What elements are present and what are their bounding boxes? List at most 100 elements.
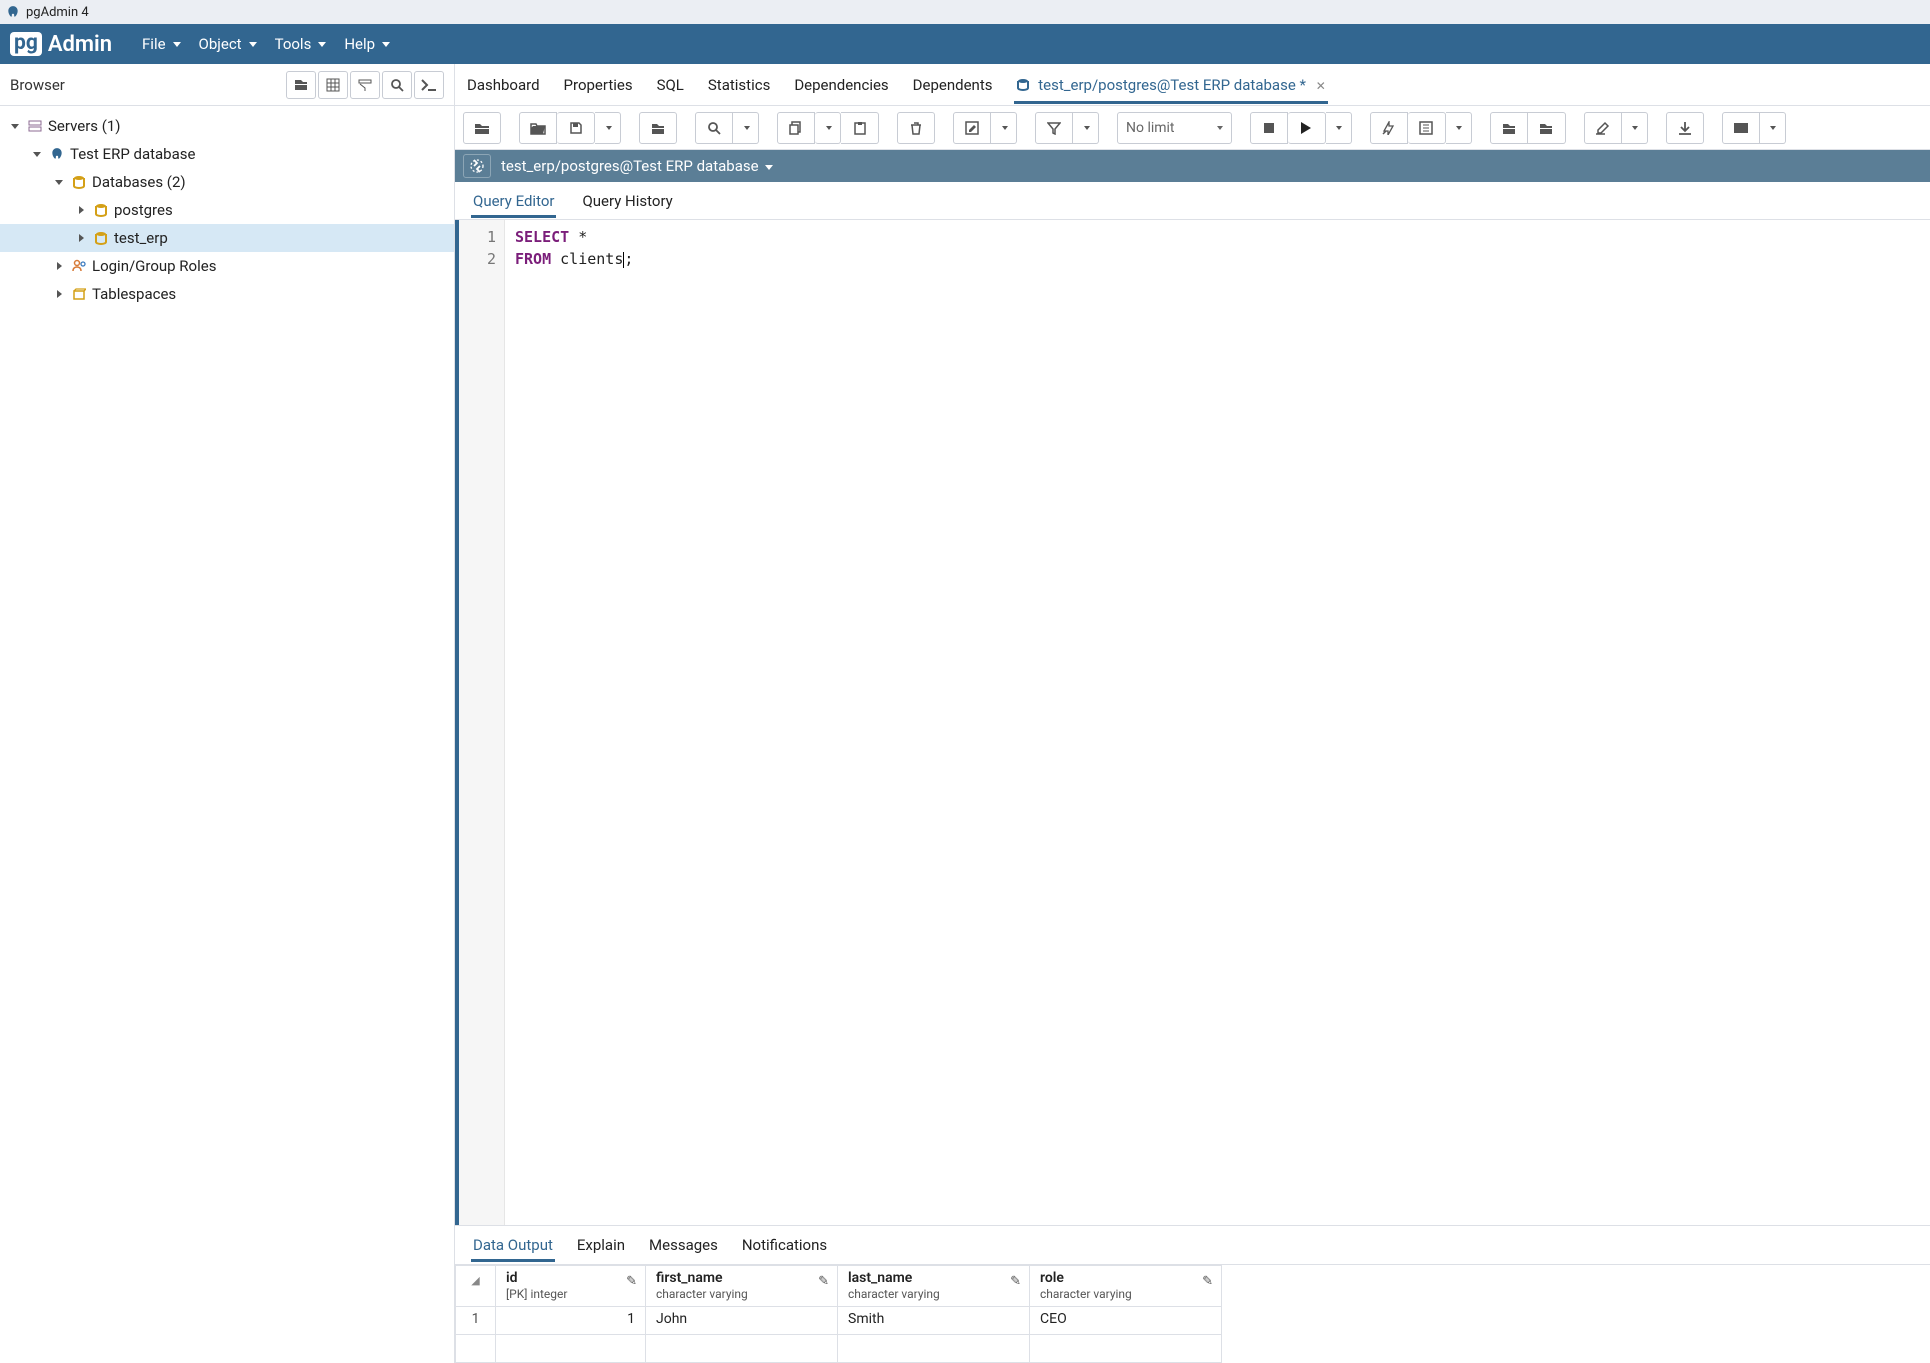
macros-icon[interactable] [1722,112,1760,144]
result-grid[interactable]: ◢ id[PK] integer ✎ first_namecharacter v… [455,1265,1930,1363]
cell-lastname[interactable]: Smith [838,1307,1030,1335]
tab-dependencies[interactable]: Dependencies [792,66,890,104]
database-icon [92,231,110,245]
menu-file[interactable]: File [142,35,181,53]
tree-server-testerp[interactable]: Test ERP database [0,140,454,168]
psql-icon[interactable] [414,71,444,99]
content: Dashboard Properties SQL Statistics Depe… [455,64,1930,1363]
servers-icon [26,119,44,133]
main-tabs: Dashboard Properties SQL Statistics Depe… [455,64,1930,106]
copy-dropdown[interactable] [815,112,841,144]
tab-query[interactable]: test_erp/postgres@Test ERP database * ✕ [1014,66,1327,104]
tab-notifications[interactable]: Notifications [740,1228,829,1262]
tree-tablespaces[interactable]: Tablespaces [0,280,454,308]
save-dropdown[interactable] [595,112,621,144]
tree-login-roles[interactable]: Login/Group Roles [0,252,454,280]
col-header-role[interactable]: rolecharacter varying ✎ [1030,1266,1222,1307]
explain-analyze-icon[interactable] [1408,112,1446,144]
output-tabs: Data Output Explain Messages Notificatio… [455,1225,1930,1265]
search-icon[interactable] [382,71,412,99]
explain-icon[interactable] [1370,112,1408,144]
grid-corner[interactable]: ◢ [456,1266,496,1307]
delete-icon[interactable] [897,112,935,144]
tab-dependents[interactable]: Dependents [911,66,995,104]
tablespaces-icon [70,287,88,301]
tab-statistics[interactable]: Statistics [706,66,772,104]
row-number[interactable]: 1 [456,1307,496,1335]
close-icon[interactable]: ✕ [1316,79,1326,93]
cell-id[interactable]: 1 [496,1307,646,1335]
pencil-icon[interactable]: ✎ [1010,1274,1021,1289]
filter-rows-icon[interactable] [350,71,380,99]
filter-icon[interactable] [1035,112,1073,144]
elephant-icon [48,147,66,161]
pencil-icon[interactable]: ✎ [626,1274,637,1289]
commit-icon[interactable] [1490,112,1528,144]
clear-dropdown[interactable] [1622,112,1648,144]
execute-icon[interactable] [1288,112,1326,144]
tree-servers[interactable]: Servers (1) [0,112,454,140]
copy-icon[interactable] [777,112,815,144]
edit-pencil-icon[interactable] [953,112,991,144]
browser-title: Browser [10,76,65,94]
folder-open-icon[interactable] [519,112,557,144]
connection-label[interactable]: test_erp/postgres@Test ERP database [501,157,773,175]
tab-explain[interactable]: Explain [575,1228,627,1262]
tab-properties[interactable]: Properties [562,66,635,104]
paste-icon[interactable] [841,112,879,144]
tab-data-output[interactable]: Data Output [471,1228,555,1262]
query-toolbar: No limit [455,106,1930,150]
gutter: 1 2 [455,220,505,1225]
clear-icon[interactable] [1584,112,1622,144]
execute-dropdown[interactable] [1326,112,1352,144]
login-roles-icon [70,259,88,273]
titlebar: pgAdmin 4 [0,0,1930,24]
pencil-icon[interactable]: ✎ [818,1274,829,1289]
menu-object[interactable]: Object [199,35,257,53]
sidebar: Browser Servers (1) Test ERP database [0,64,455,1363]
download-icon[interactable] [1666,112,1704,144]
cell-role[interactable]: CEO [1030,1307,1222,1335]
save-icon[interactable] [557,112,595,144]
tree-db-testerp[interactable]: test_erp [0,224,454,252]
connection-bar: test_erp/postgres@Test ERP database [455,150,1930,182]
tab-messages[interactable]: Messages [647,1228,720,1262]
database-icon [92,203,110,217]
edit-dropdown[interactable] [991,112,1017,144]
col-header-id[interactable]: id[PK] integer ✎ [496,1266,646,1307]
find-dropdown[interactable] [733,112,759,144]
col-header-lastname[interactable]: last_namecharacter varying ✎ [838,1266,1030,1307]
stop-icon[interactable] [1250,112,1288,144]
editor-tabs: Query Editor Query History [455,182,1930,220]
connection-status-icon[interactable] [463,154,491,178]
tree: Servers (1) Test ERP database Databases … [0,106,454,314]
edit-icon[interactable] [639,112,677,144]
open-file-icon[interactable] [463,112,501,144]
table-row-empty[interactable] [456,1335,1222,1363]
menu-tools[interactable]: Tools [275,35,327,53]
col-header-firstname[interactable]: first_namecharacter varying ✎ [646,1266,838,1307]
rollback-icon[interactable] [1528,112,1566,144]
filter-dropdown[interactable] [1073,112,1099,144]
limit-select[interactable]: No limit [1117,112,1232,144]
menu-help[interactable]: Help [344,35,390,53]
menubar: pgAdmin File Object Tools Help [0,24,1930,64]
query-tool-icon[interactable] [286,71,316,99]
app-icon [6,5,20,19]
tab-dashboard[interactable]: Dashboard [465,66,542,104]
view-data-icon[interactable] [318,71,348,99]
explain-dropdown[interactable] [1446,112,1472,144]
app-logo: pgAdmin [10,32,112,57]
tree-databases[interactable]: Databases (2) [0,168,454,196]
macros-dropdown[interactable] [1760,112,1786,144]
cell-firstname[interactable]: John [646,1307,838,1335]
find-icon[interactable] [695,112,733,144]
tab-sql[interactable]: SQL [655,66,686,104]
tree-db-postgres[interactable]: postgres [0,196,454,224]
tab-query-editor[interactable]: Query Editor [471,184,556,218]
table-row[interactable]: 1 1 John Smith CEO [456,1307,1222,1335]
query-editor[interactable]: 1 2 SELECT * FROM clients; [455,220,1930,1225]
pencil-icon[interactable]: ✎ [1202,1274,1213,1289]
tab-query-history[interactable]: Query History [580,184,674,218]
sql-text[interactable]: SELECT * FROM clients; [505,220,1930,1225]
